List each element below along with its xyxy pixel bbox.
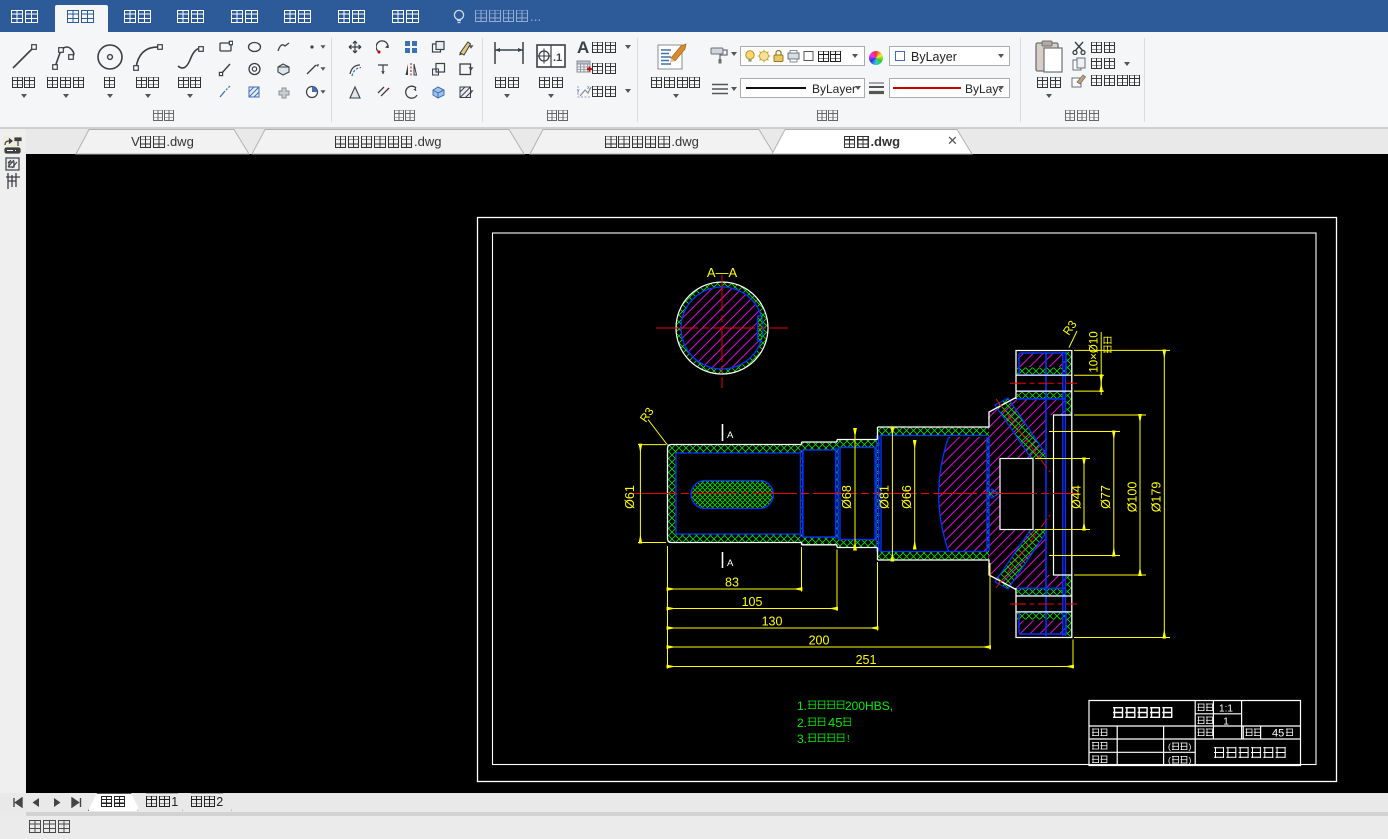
svg-text:R3: R3 (1061, 319, 1079, 338)
svg-text:Ø81: Ø81 (878, 485, 892, 509)
svg-text:y: y (577, 88, 580, 94)
svg-text:1.: 1. (797, 699, 807, 713)
svg-text:A—A: A—A (707, 265, 738, 280)
svg-text:): ) (1189, 742, 1192, 752)
svg-text:1:1: 1:1 (1219, 704, 1233, 715)
svg-text:Ø179: Ø179 (1150, 482, 1164, 513)
svg-text:130: 130 (762, 615, 783, 629)
svg-text:200HBS,: 200HBS, (845, 699, 893, 713)
svg-text:Ø68: Ø68 (840, 485, 854, 509)
svg-text:2.: 2. (797, 716, 807, 730)
svg-text:A: A (727, 558, 734, 569)
svg-text:(: ( (1168, 755, 1171, 765)
svg-text:83: 83 (725, 576, 739, 590)
svg-text:45: 45 (828, 715, 842, 730)
svg-text:Ø66: Ø66 (900, 485, 914, 509)
svg-text:Ø61: Ø61 (623, 485, 637, 509)
svg-text:251: 251 (856, 653, 877, 667)
svg-text:.1: .1 (553, 52, 562, 64)
svg-text:10×Ø10: 10×Ø10 (1088, 331, 1100, 372)
svg-text:Ø44: Ø44 (1070, 485, 1084, 509)
svg-text:(: ( (1168, 742, 1171, 752)
svg-text:1: 1 (1223, 717, 1229, 728)
svg-text:): ) (1189, 755, 1192, 765)
svg-text:3.: 3. (797, 732, 807, 746)
svg-text:A: A (727, 430, 734, 441)
svg-text:45: 45 (1272, 728, 1284, 740)
svg-text:105: 105 (742, 595, 763, 609)
svg-text:200: 200 (809, 634, 830, 648)
svg-text:R3: R3 (638, 406, 656, 425)
svg-text:！: ！ (846, 734, 855, 744)
svg-text:Ø100: Ø100 (1125, 482, 1139, 513)
svg-text:Ø77: Ø77 (1099, 485, 1113, 509)
